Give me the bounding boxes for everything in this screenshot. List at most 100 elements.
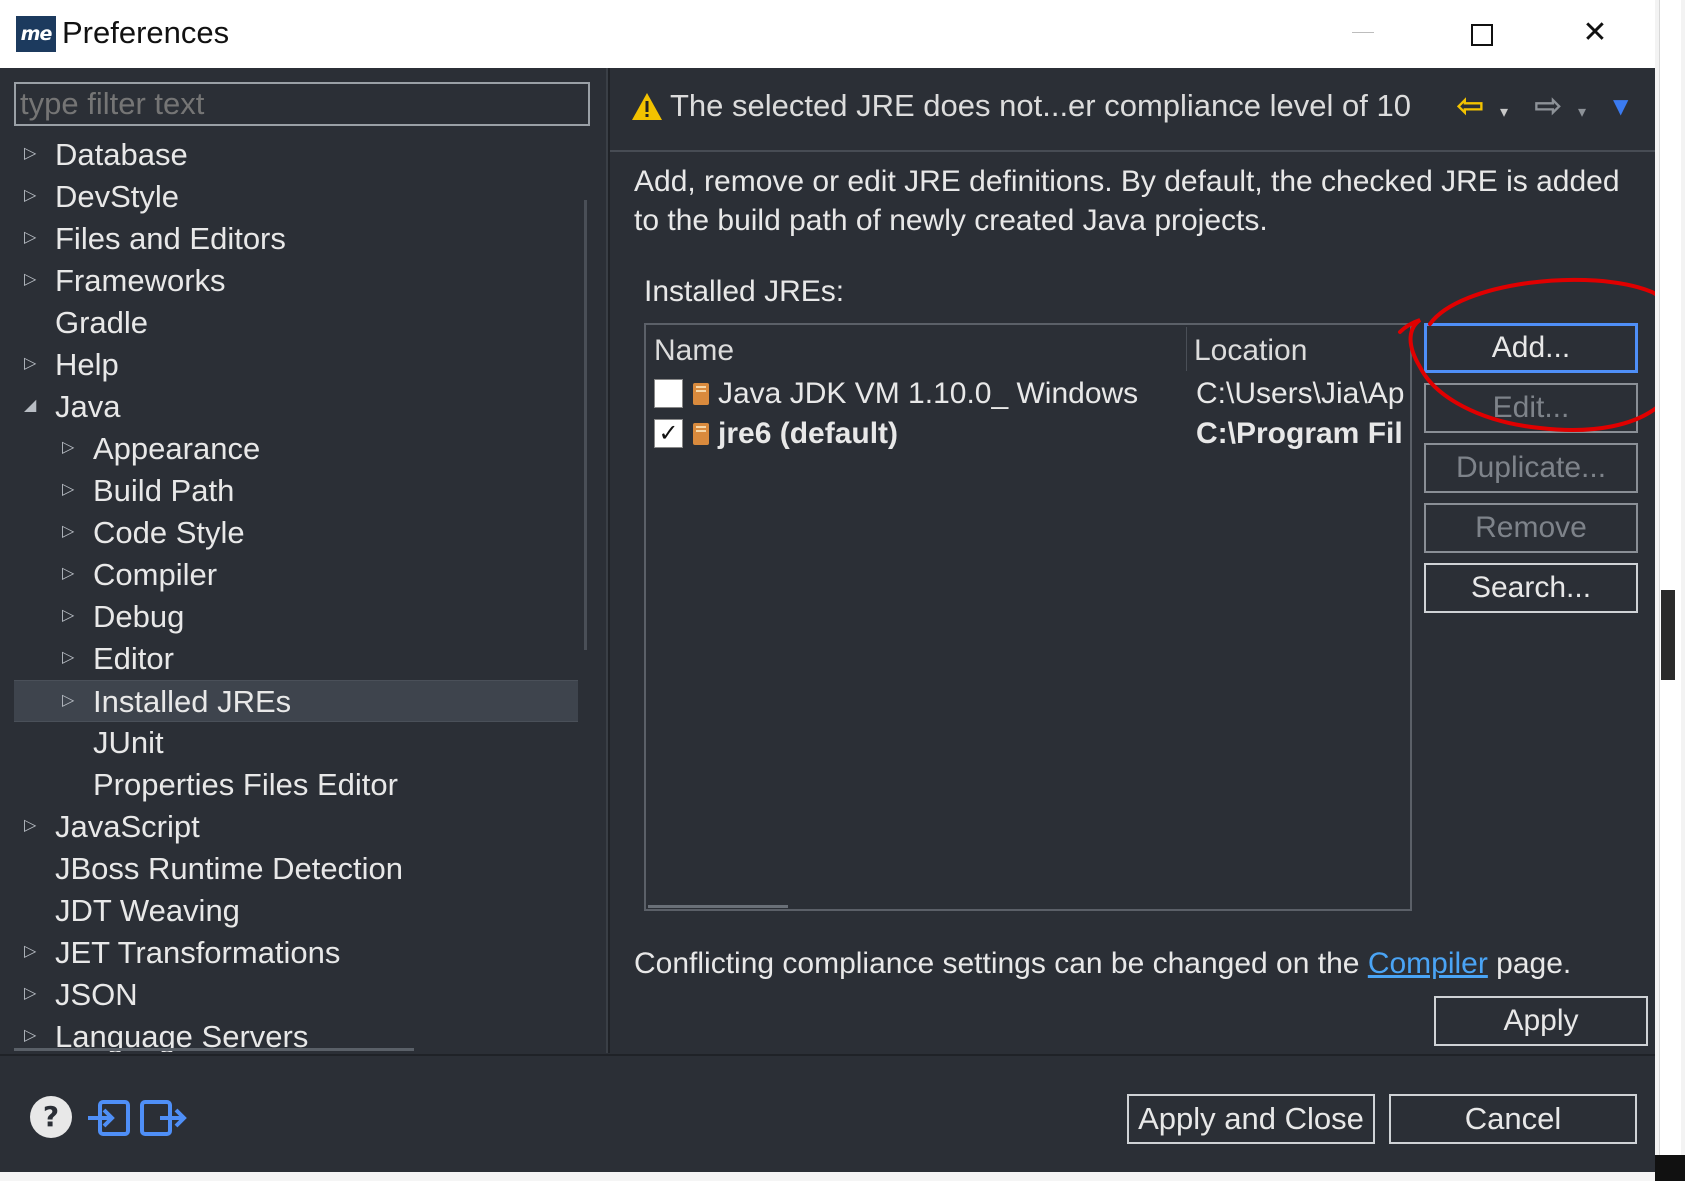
tree-item[interactable]: ◢ Java xyxy=(14,386,578,428)
tree-item[interactable]: ▷ Appearance xyxy=(14,428,578,470)
tree-item[interactable]: Gradle xyxy=(14,302,578,344)
filter-input[interactable] xyxy=(14,82,590,126)
tree-item[interactable]: ▷ Language Servers xyxy=(14,1016,578,1052)
page-description: Add, remove or edit JRE definitions. By … xyxy=(634,165,1620,237)
tree-vertical-scrollbar[interactable] xyxy=(584,200,587,650)
message-bar: The selected JRE does not...er complianc… xyxy=(610,68,1655,152)
jre-table: Name Location Java JDK VM 1.10.0_ Window… xyxy=(644,323,1412,911)
view-menu-icon[interactable]: ▼ xyxy=(1613,86,1628,126)
forward-dropdown-icon[interactable]: ▾ xyxy=(1578,92,1586,132)
tree-expand-icon[interactable]: ▷ xyxy=(24,260,38,302)
forward-arrow-icon[interactable]: ⇨ xyxy=(1534,86,1563,126)
apply-and-close-button[interactable]: Apply and Close xyxy=(1127,1094,1375,1144)
tree-item[interactable]: JBoss Runtime Detection xyxy=(14,848,578,890)
compliance-note: Conflicting compliance settings can be c… xyxy=(634,943,1571,985)
tree-item-label: Gradle xyxy=(55,305,149,340)
compliance-prefix: Conflicting compliance settings can be c… xyxy=(634,947,1368,980)
tree-item[interactable]: Properties Files Editor xyxy=(14,764,578,806)
tree-item-label: JET Transformations xyxy=(55,935,341,970)
tree-item[interactable]: ▷ DevStyle xyxy=(14,176,578,218)
tree-item[interactable]: ▷ Compiler xyxy=(14,554,578,596)
tree-item[interactable]: JUnit xyxy=(14,722,578,764)
jre-location: C:\Program Fil xyxy=(1196,417,1403,450)
tree-item-label: Java xyxy=(55,389,121,424)
column-header-location[interactable]: Location xyxy=(1194,331,1307,371)
duplicate-button[interactable]: Duplicate... xyxy=(1424,443,1638,493)
duplicate-button-label: Duplicate... xyxy=(1455,451,1607,484)
table-row[interactable]: ✓ jre6 (default) C:\Program Fil xyxy=(646,413,1410,455)
back-arrow-icon[interactable]: ⇦ xyxy=(1456,86,1485,126)
tree-item-label: JDT Weaving xyxy=(55,893,240,928)
tree-expand-icon[interactable]: ▷ xyxy=(62,596,76,638)
jre-library-icon xyxy=(693,383,709,405)
remove-button[interactable]: Remove xyxy=(1424,503,1638,553)
tree-collapse-icon[interactable]: ◢ xyxy=(24,386,38,428)
tree-item[interactable]: ▷ Frameworks xyxy=(14,260,578,302)
back-dropdown-icon[interactable]: ▾ xyxy=(1500,92,1508,132)
tree-item[interactable]: ▷ Files and Editors xyxy=(14,218,578,260)
background-window-bottom xyxy=(0,1172,1655,1181)
tree-item[interactable]: ▷ Help xyxy=(14,344,578,386)
apply-button[interactable]: Apply xyxy=(1434,996,1648,1046)
tree-item-label: Installed JREs xyxy=(93,684,292,719)
tree-item[interactable]: ▷ Database xyxy=(14,134,578,176)
tree-item-label: Help xyxy=(55,347,119,382)
tree-item[interactable]: JDT Weaving xyxy=(14,890,578,932)
tree-item-label: Files and Editors xyxy=(55,221,286,256)
tree-item[interactable]: ▷ JavaScript xyxy=(14,806,578,848)
tree-expand-icon[interactable]: ▷ xyxy=(24,932,38,974)
tree-item-label: Compiler xyxy=(93,557,218,592)
tree-expand-icon[interactable]: ▷ xyxy=(24,974,38,1016)
tree-item-label: JUnit xyxy=(93,725,164,760)
tree-expand-icon[interactable]: ▷ xyxy=(24,134,38,176)
tree-item-label: Debug xyxy=(93,599,185,634)
tree-horizontal-scrollbar[interactable] xyxy=(14,1048,414,1051)
background-corner xyxy=(1655,1155,1685,1181)
tree-expand-icon[interactable]: ▷ xyxy=(24,176,38,218)
export-icon[interactable] xyxy=(138,1096,188,1140)
tree-item-label: Database xyxy=(55,137,188,172)
help-icon[interactable]: ? xyxy=(30,1096,72,1138)
minimize-icon[interactable] xyxy=(1338,8,1388,58)
tree-expand-icon[interactable]: ▷ xyxy=(24,1016,38,1052)
window-title: Preferences xyxy=(62,15,230,50)
tree-item[interactable]: ▷ Code Style xyxy=(14,512,578,554)
row-checkbox[interactable] xyxy=(654,379,683,408)
warning-icon xyxy=(632,93,662,120)
tree-item-label: Editor xyxy=(93,641,174,676)
tree-item[interactable]: ▷ Installed JREs xyxy=(14,680,578,722)
background-window-edge xyxy=(1655,0,1685,1181)
tree-expand-icon[interactable]: ▷ xyxy=(62,638,76,680)
tree-expand-icon[interactable]: ▷ xyxy=(62,681,76,723)
button-bar: ? Apply and Close Cancel xyxy=(0,1056,1655,1181)
maximize-icon[interactable] xyxy=(1455,8,1505,58)
background-scroll-thumb xyxy=(1661,590,1675,680)
table-horizontal-scrollbar[interactable] xyxy=(648,905,788,908)
tree-item[interactable]: ▷ Editor xyxy=(14,638,578,680)
column-separator[interactable] xyxy=(1186,327,1187,371)
cancel-button[interactable]: Cancel xyxy=(1389,1094,1637,1144)
tree-item[interactable]: ▷ JET Transformations xyxy=(14,932,578,974)
search-button[interactable]: Search... xyxy=(1424,563,1638,613)
table-row[interactable]: Java JDK VM 1.10.0_ Windows C:\Users\Jia… xyxy=(646,373,1410,415)
tree-expand-icon[interactable]: ▷ xyxy=(62,428,76,470)
row-checkbox[interactable]: ✓ xyxy=(654,419,683,448)
tree-expand-icon[interactable]: ▷ xyxy=(24,806,38,848)
close-icon[interactable]: ✕ xyxy=(1570,8,1620,58)
app-icon: me xyxy=(16,16,56,52)
tree-item-label: Build Path xyxy=(93,473,235,508)
tree-item-label: Code Style xyxy=(93,515,245,550)
tree-item[interactable]: ▷ Debug xyxy=(14,596,578,638)
import-icon[interactable] xyxy=(86,1096,132,1140)
tree-expand-icon[interactable]: ▷ xyxy=(62,554,76,596)
tree-item[interactable]: ▷ Build Path xyxy=(14,470,578,512)
tree-expand-icon[interactable]: ▷ xyxy=(62,470,76,512)
pane-divider-shadow xyxy=(608,68,610,1053)
tree-item-label: JavaScript xyxy=(55,809,200,844)
tree-expand-icon[interactable]: ▷ xyxy=(24,218,38,260)
tree-item[interactable]: ▷ JSON xyxy=(14,974,578,1016)
compiler-link[interactable]: Compiler xyxy=(1368,947,1488,980)
tree-expand-icon[interactable]: ▷ xyxy=(24,344,38,386)
tree-expand-icon[interactable]: ▷ xyxy=(62,512,76,554)
column-header-name[interactable]: Name xyxy=(654,331,734,371)
